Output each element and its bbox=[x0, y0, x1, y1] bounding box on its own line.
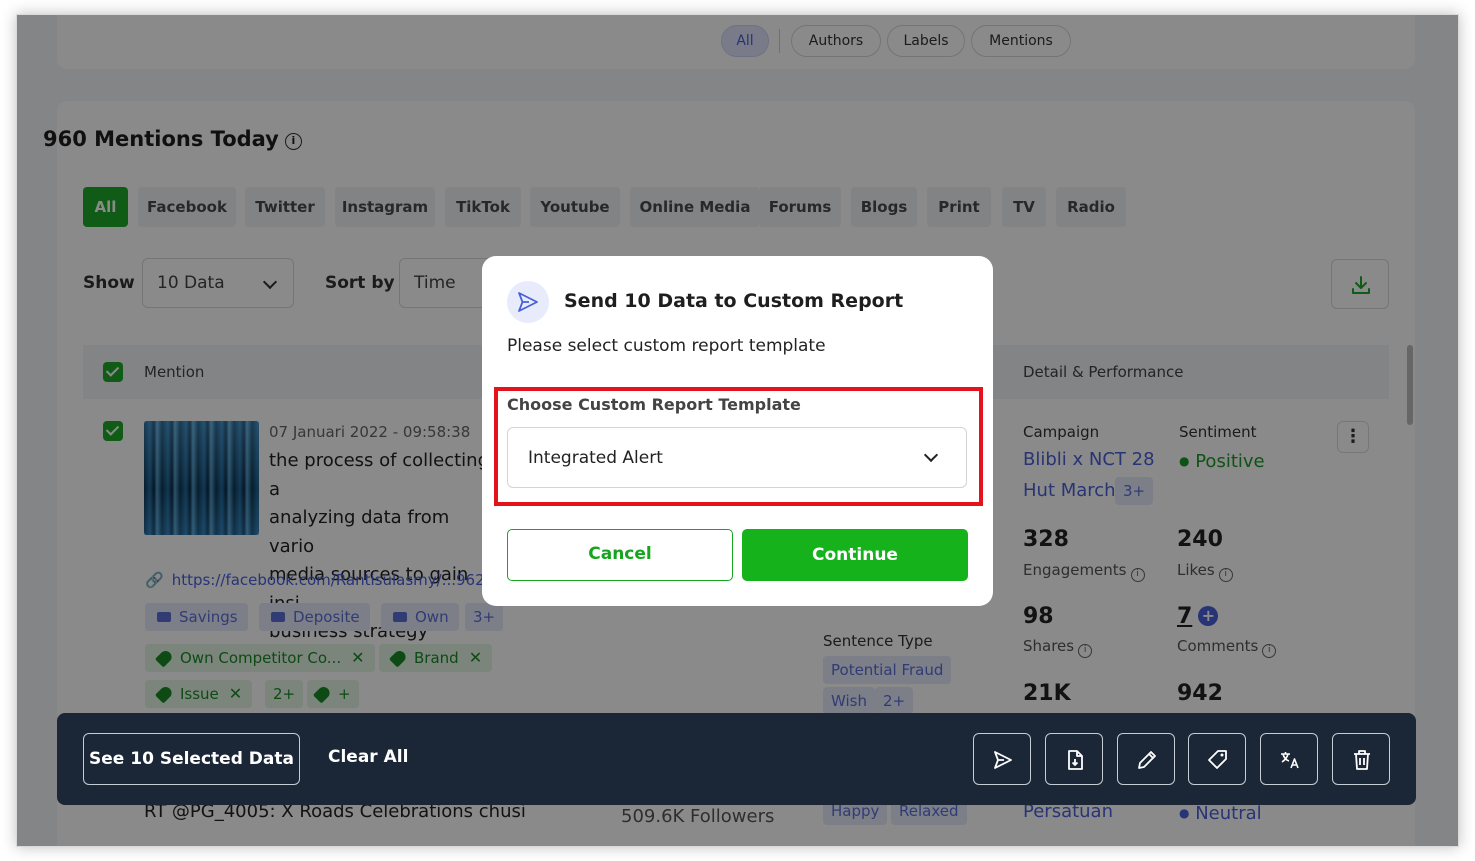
send-icon-badge bbox=[507, 281, 549, 323]
delete-button[interactable] bbox=[1332, 733, 1390, 785]
template-select[interactable]: Integrated Alert bbox=[507, 427, 967, 488]
modal-title: Send 10 Data to Custom Report bbox=[564, 290, 904, 312]
custom-report-modal: Send 10 Data to Custom Report Please sel… bbox=[482, 256, 993, 606]
bulk-action-bar: See 10 Selected Data Clear All bbox=[57, 713, 1416, 805]
chevron-down-icon bbox=[923, 447, 939, 463]
template-select-value: Integrated Alert bbox=[528, 448, 663, 468]
send-icon bbox=[518, 292, 538, 312]
tag-icon bbox=[1208, 750, 1227, 769]
tag-button[interactable] bbox=[1188, 733, 1246, 785]
pencil-icon bbox=[1138, 751, 1156, 769]
edit-button[interactable] bbox=[1117, 733, 1175, 785]
translate-button[interactable] bbox=[1260, 733, 1318, 785]
see-selected-button[interactable]: See 10 Selected Data bbox=[83, 733, 300, 785]
continue-button[interactable]: Continue bbox=[742, 529, 968, 581]
send-button[interactable] bbox=[973, 733, 1031, 785]
export-file-button[interactable] bbox=[1045, 733, 1103, 785]
modal-subtitle: Please select custom report template bbox=[507, 336, 826, 356]
cancel-button[interactable]: Cancel bbox=[507, 529, 733, 581]
translate-icon bbox=[1281, 752, 1299, 769]
template-field-label: Choose Custom Report Template bbox=[507, 395, 801, 414]
trash-icon bbox=[1354, 750, 1370, 770]
file-icon bbox=[1068, 750, 1083, 770]
clear-all-button[interactable]: Clear All bbox=[328, 747, 408, 767]
send-icon bbox=[994, 751, 1012, 769]
